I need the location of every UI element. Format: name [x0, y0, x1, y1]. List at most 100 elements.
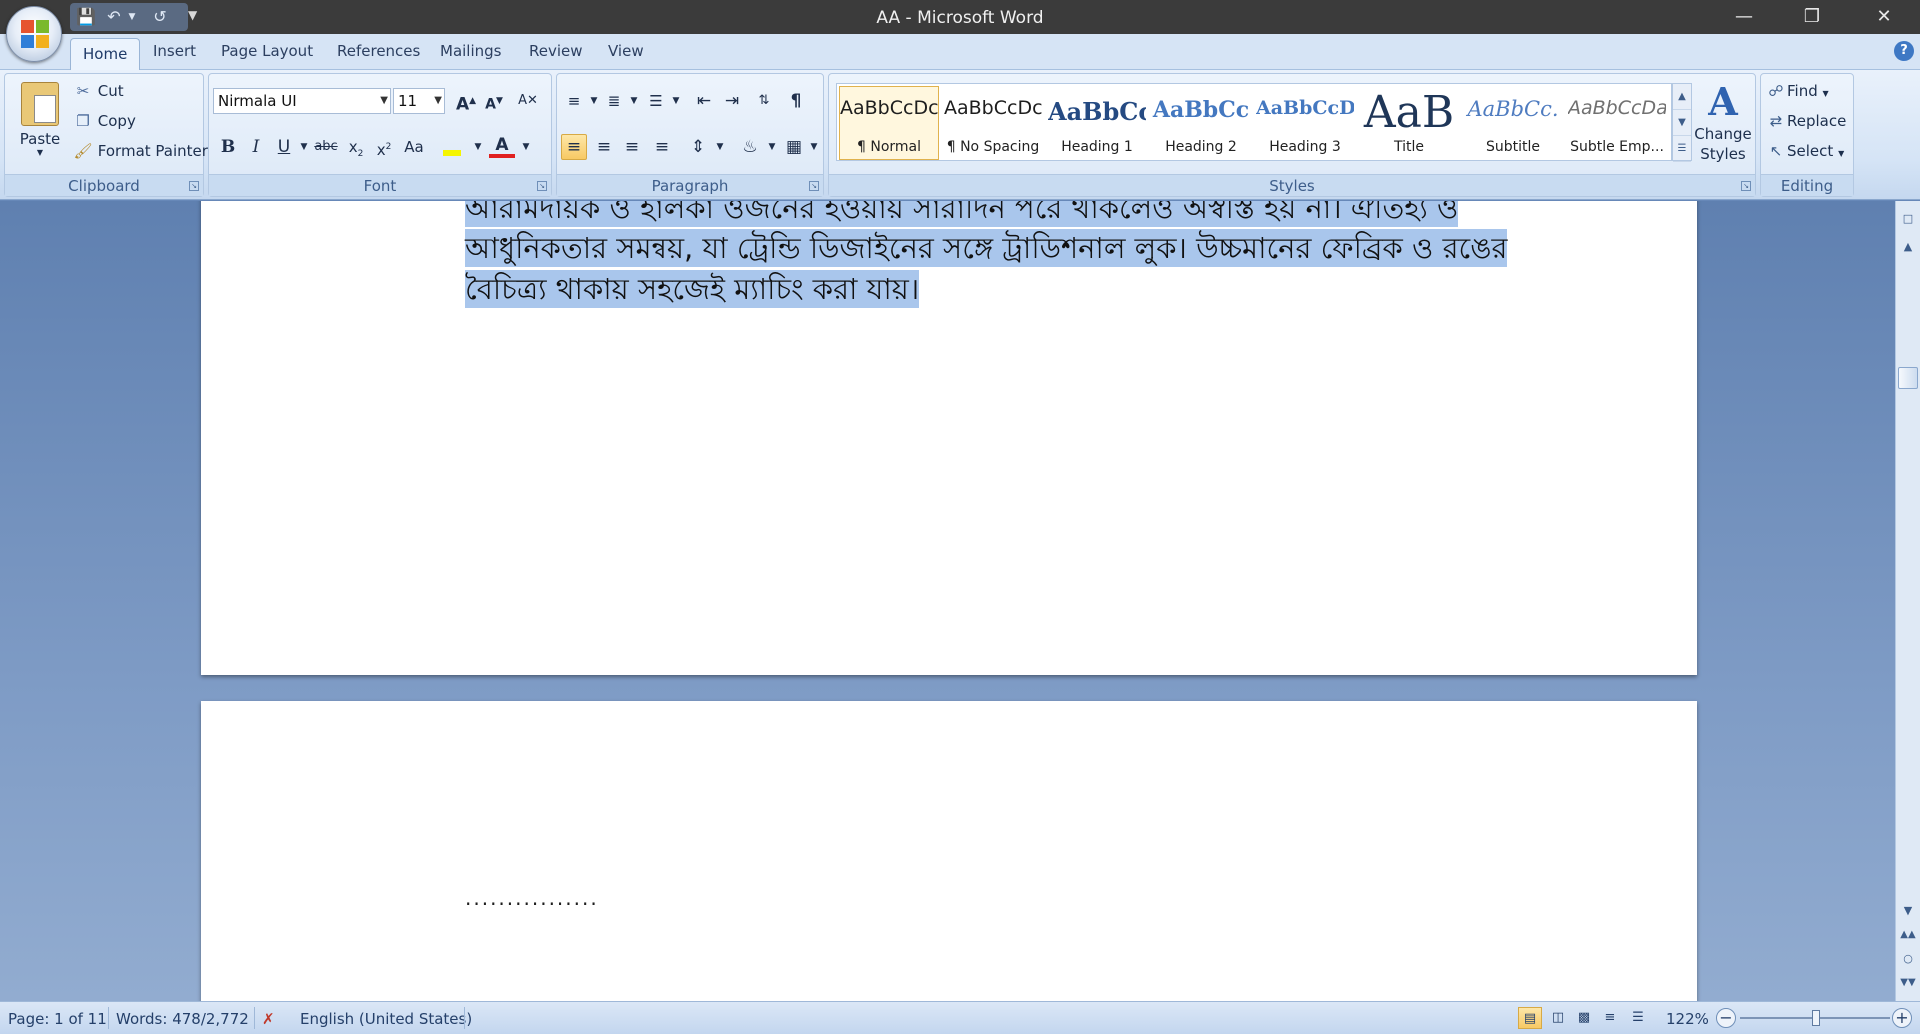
next-page-icon[interactable]: ▼▼ — [1896, 973, 1920, 993]
gallery-down-icon[interactable]: ▼ — [1673, 110, 1691, 136]
tab-view[interactable]: View — [608, 42, 644, 60]
document-page[interactable]: ................ — [201, 701, 1697, 1001]
full-screen-reading-icon[interactable]: ◫ — [1546, 1007, 1570, 1029]
previous-page-icon[interactable]: ▲▲ — [1896, 925, 1920, 945]
outline-view-icon[interactable]: ≡ — [1598, 1007, 1622, 1029]
zoom-slider-thumb[interactable] — [1812, 1010, 1820, 1026]
office-logo-icon — [21, 20, 49, 48]
paste-button[interactable]: Paste ▼ — [15, 78, 65, 166]
ruler-toggle-icon[interactable]: □ — [1896, 209, 1920, 229]
selected-text[interactable]: আরামদায়ক ও হালকা ওজনের হওয়ায় সারাদিন … — [465, 201, 1459, 227]
font-launcher-icon[interactable]: ↘ — [537, 181, 547, 191]
document-area: আরামদায়ক ও হালকা ওজনের হওয়ায় সারাদিন … — [0, 201, 1895, 1001]
style-sample: AaBbCcD — [1256, 97, 1354, 119]
redo-icon[interactable]: ↺ — [150, 7, 170, 27]
close-button[interactable]: ✕ — [1856, 0, 1912, 34]
font-color-dropdown-icon[interactable]: ▼ — [513, 134, 539, 160]
draft-view-icon[interactable]: ☰ — [1626, 1007, 1650, 1029]
document-page[interactable]: আরামদায়ক ও হালকা ওজনের হওয়ায় সারাদিন … — [201, 201, 1697, 675]
restore-button[interactable]: ❐ — [1784, 0, 1840, 34]
cut-button[interactable]: ✂ Cut — [73, 82, 124, 100]
selected-text[interactable]: আধুনিকতার সমন্বয়, যা ট্রেন্ডি ডিজাইনের … — [465, 229, 1508, 267]
style-no-spacing[interactable]: AaBbCcDc ¶ No Spacing — [943, 86, 1043, 160]
styles-launcher-icon[interactable]: ↘ — [1741, 181, 1751, 191]
tab-review[interactable]: Review — [529, 42, 583, 60]
selected-text[interactable]: বৈচিত্র্য থাকায় সহজেই ম্যাচিং করা যায়। — [465, 270, 920, 308]
web-layout-icon[interactable]: ▩ — [1572, 1007, 1596, 1029]
change-styles-button[interactable]: A Change Styles — [1693, 80, 1753, 170]
align-center-icon[interactable]: ≡ — [591, 134, 617, 160]
undo-icon[interactable]: ↶ — [104, 7, 124, 27]
strikethrough-icon[interactable]: abc — [313, 134, 339, 160]
vertical-scrollbar[interactable]: □ ▲ ▼ ▲▲ ○ ▼▼ — [1895, 201, 1920, 1001]
scroll-up-icon[interactable]: ▲ — [1896, 237, 1920, 257]
format-painter-label: Format Painter — [97, 142, 208, 160]
tab-mailings[interactable]: Mailings — [440, 42, 501, 60]
bold-icon[interactable]: B — [215, 134, 241, 160]
clear-formatting-icon[interactable]: A✕ — [515, 88, 541, 114]
style-normal[interactable]: AaBbCcDc ¶ Normal — [839, 86, 939, 160]
page-count[interactable]: Page: 1 of 11 — [8, 1010, 107, 1028]
increase-indent-icon[interactable]: ⇥ — [719, 88, 745, 114]
proofing-icon[interactable]: ✗ — [262, 1010, 275, 1028]
office-button[interactable] — [6, 6, 62, 62]
clipboard-launcher-icon[interactable]: ↘ — [189, 181, 199, 191]
tab-references[interactable]: References — [337, 42, 420, 60]
select-button[interactable]: ↖ Select ▼ — [1765, 142, 1845, 160]
language-indicator[interactable]: English (United States) — [300, 1010, 472, 1028]
highlight-icon[interactable] — [439, 134, 465, 160]
minimize-button[interactable]: — — [1716, 0, 1772, 34]
scroll-down-icon[interactable]: ▼ — [1896, 901, 1920, 921]
show-formatting-icon[interactable]: ¶ — [783, 88, 809, 114]
style-heading-3[interactable]: AaBbCcD Heading 3 — [1255, 86, 1355, 160]
undo-dropdown-icon[interactable]: ▼ — [122, 7, 142, 27]
style-title[interactable]: AaB Title — [1359, 86, 1459, 160]
gallery-up-icon[interactable]: ▲ — [1673, 84, 1691, 110]
document-line[interactable]: বৈচিত্র্য থাকায় সহজেই ম্যাচিং করা যায়। — [465, 267, 920, 316]
tab-insert[interactable]: Insert — [153, 42, 196, 60]
zoom-out-icon[interactable]: − — [1716, 1008, 1736, 1028]
print-layout-icon[interactable]: ▤ — [1518, 1007, 1542, 1029]
gallery-more-icon[interactable]: ☰ — [1673, 136, 1691, 162]
italic-icon[interactable]: I — [243, 134, 269, 160]
line-spacing-dropdown-icon[interactable]: ▼ — [707, 134, 733, 160]
word-count[interactable]: Words: 478/2,772 — [116, 1010, 249, 1028]
decrease-indent-icon[interactable]: ⇤ — [691, 88, 717, 114]
browse-object-icon[interactable]: ○ — [1896, 949, 1920, 969]
zoom-level[interactable]: 122% — [1666, 1010, 1709, 1028]
document-dots-text[interactable]: ................ — [465, 886, 599, 910]
style-heading-2[interactable]: AaBbCc Heading 2 — [1151, 86, 1251, 160]
superscript-icon[interactable]: x2 — [371, 134, 397, 160]
customize-qat-icon[interactable]: ▼ — [188, 8, 197, 22]
tab-home[interactable]: Home — [70, 38, 141, 71]
style-sample: AaBbCcDc — [944, 97, 1042, 119]
align-left-icon[interactable]: ≡ — [561, 134, 587, 160]
zoom-in-icon[interactable]: + — [1892, 1008, 1912, 1028]
change-case-icon[interactable]: Aa — [401, 134, 427, 160]
tab-page-layout[interactable]: Page Layout — [221, 42, 313, 60]
help-icon[interactable]: ? — [1894, 41, 1914, 61]
styles-gallery-scroll: ▲ ▼ ☰ — [1672, 83, 1692, 162]
align-right-icon[interactable]: ≡ — [619, 134, 645, 160]
scroll-thumb[interactable] — [1898, 367, 1918, 389]
style-heading-1[interactable]: AaBbCc Heading 1 — [1047, 86, 1147, 160]
style-subtitle[interactable]: AaBbCc. Subtitle — [1463, 86, 1563, 160]
justify-icon[interactable]: ≡ — [649, 134, 675, 160]
font-size-combo[interactable]: 11 ▼ — [393, 88, 445, 114]
find-button[interactable]: ☍ Find ▼ — [1765, 82, 1828, 100]
font-name-combo[interactable]: Nirmala UI ▼ — [213, 88, 391, 114]
save-icon[interactable]: 💾 — [76, 7, 96, 27]
grow-font-icon[interactable]: A▲ — [453, 88, 479, 115]
borders-dropdown-icon[interactable]: ▼ — [801, 134, 827, 160]
subscript-icon[interactable]: x2 — [343, 134, 369, 160]
replace-button[interactable]: ⇄ Replace — [1765, 112, 1847, 130]
highlight-dropdown-icon[interactable]: ▼ — [465, 134, 491, 160]
style-subtle-emphasis[interactable]: AaBbCcDa Subtle Emp... — [1567, 86, 1667, 160]
multilevel-dropdown-icon[interactable]: ▼ — [663, 88, 689, 114]
shrink-font-icon[interactable]: A▼ — [481, 88, 507, 114]
format-painter-button[interactable]: 🖌 Format Painter — [73, 142, 208, 160]
copy-button[interactable]: ❐ Copy — [73, 112, 136, 130]
sort-icon[interactable]: ⇅ — [751, 88, 777, 114]
paragraph-launcher-icon[interactable]: ↘ — [809, 181, 819, 191]
font-color-icon[interactable]: A — [489, 134, 515, 158]
